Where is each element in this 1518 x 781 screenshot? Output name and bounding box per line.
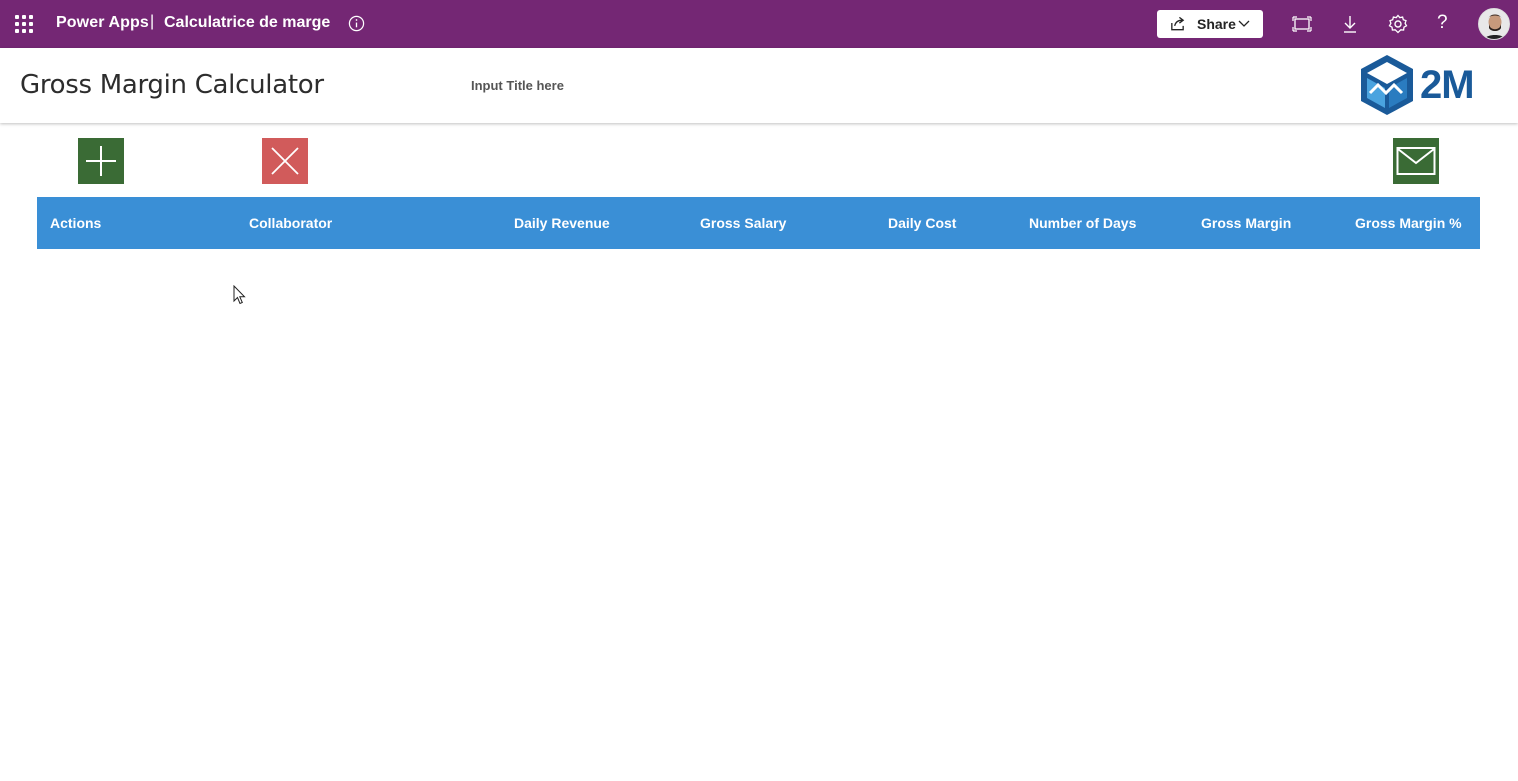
column-header-daily-cost: Daily Cost (888, 215, 957, 231)
table-header: Actions Collaborator Daily Revenue Gross… (37, 197, 1480, 249)
mail-icon (1396, 147, 1436, 175)
download-icon[interactable] (1340, 14, 1360, 34)
column-header-gross-margin-percent: Gross Margin % (1355, 215, 1462, 231)
user-avatar-icon (1479, 9, 1509, 39)
top-bar: Power Apps | Calculatrice de marge Share… (0, 0, 1518, 48)
mouse-cursor-icon (233, 285, 246, 305)
logo-text: 2M (1420, 63, 1475, 107)
column-header-gross-salary: Gross Salary (700, 215, 787, 231)
logo-cube-icon (1361, 55, 1413, 115)
help-icon[interactable]: ? (1437, 12, 1448, 34)
send-email-button[interactable] (1393, 138, 1439, 184)
title-separator: | (150, 13, 155, 30)
column-header-actions: Actions (50, 215, 102, 231)
company-logo: 2M (1358, 53, 1490, 119)
app-header: Gross Margin Calculator Input Title here… (0, 48, 1518, 123)
column-header-daily-revenue: Daily Revenue (514, 215, 610, 231)
share-label: Share (1197, 16, 1236, 32)
title-input[interactable]: Input Title here (471, 78, 564, 93)
column-header-collaborator: Collaborator (249, 215, 333, 231)
share-icon (1171, 16, 1185, 31)
clear-button[interactable] (262, 138, 308, 184)
chevron-down-icon (1238, 20, 1250, 27)
settings-icon[interactable] (1388, 14, 1408, 34)
column-header-gross-margin: Gross Margin (1201, 215, 1292, 231)
close-icon (271, 147, 299, 175)
avatar[interactable] (1478, 8, 1510, 40)
plus-icon (86, 146, 116, 176)
add-row-button[interactable] (78, 138, 124, 184)
column-header-number-of-days: Number of Days (1029, 215, 1137, 231)
app-title: Calculatrice de marge (164, 14, 331, 31)
page-title: Gross Margin Calculator (20, 70, 324, 100)
waffle-icon[interactable] (15, 15, 33, 33)
product-name[interactable]: Power Apps (56, 14, 149, 32)
fit-to-screen-icon[interactable] (1292, 14, 1312, 34)
info-icon[interactable] (348, 15, 365, 32)
share-button[interactable]: Share (1157, 10, 1263, 38)
